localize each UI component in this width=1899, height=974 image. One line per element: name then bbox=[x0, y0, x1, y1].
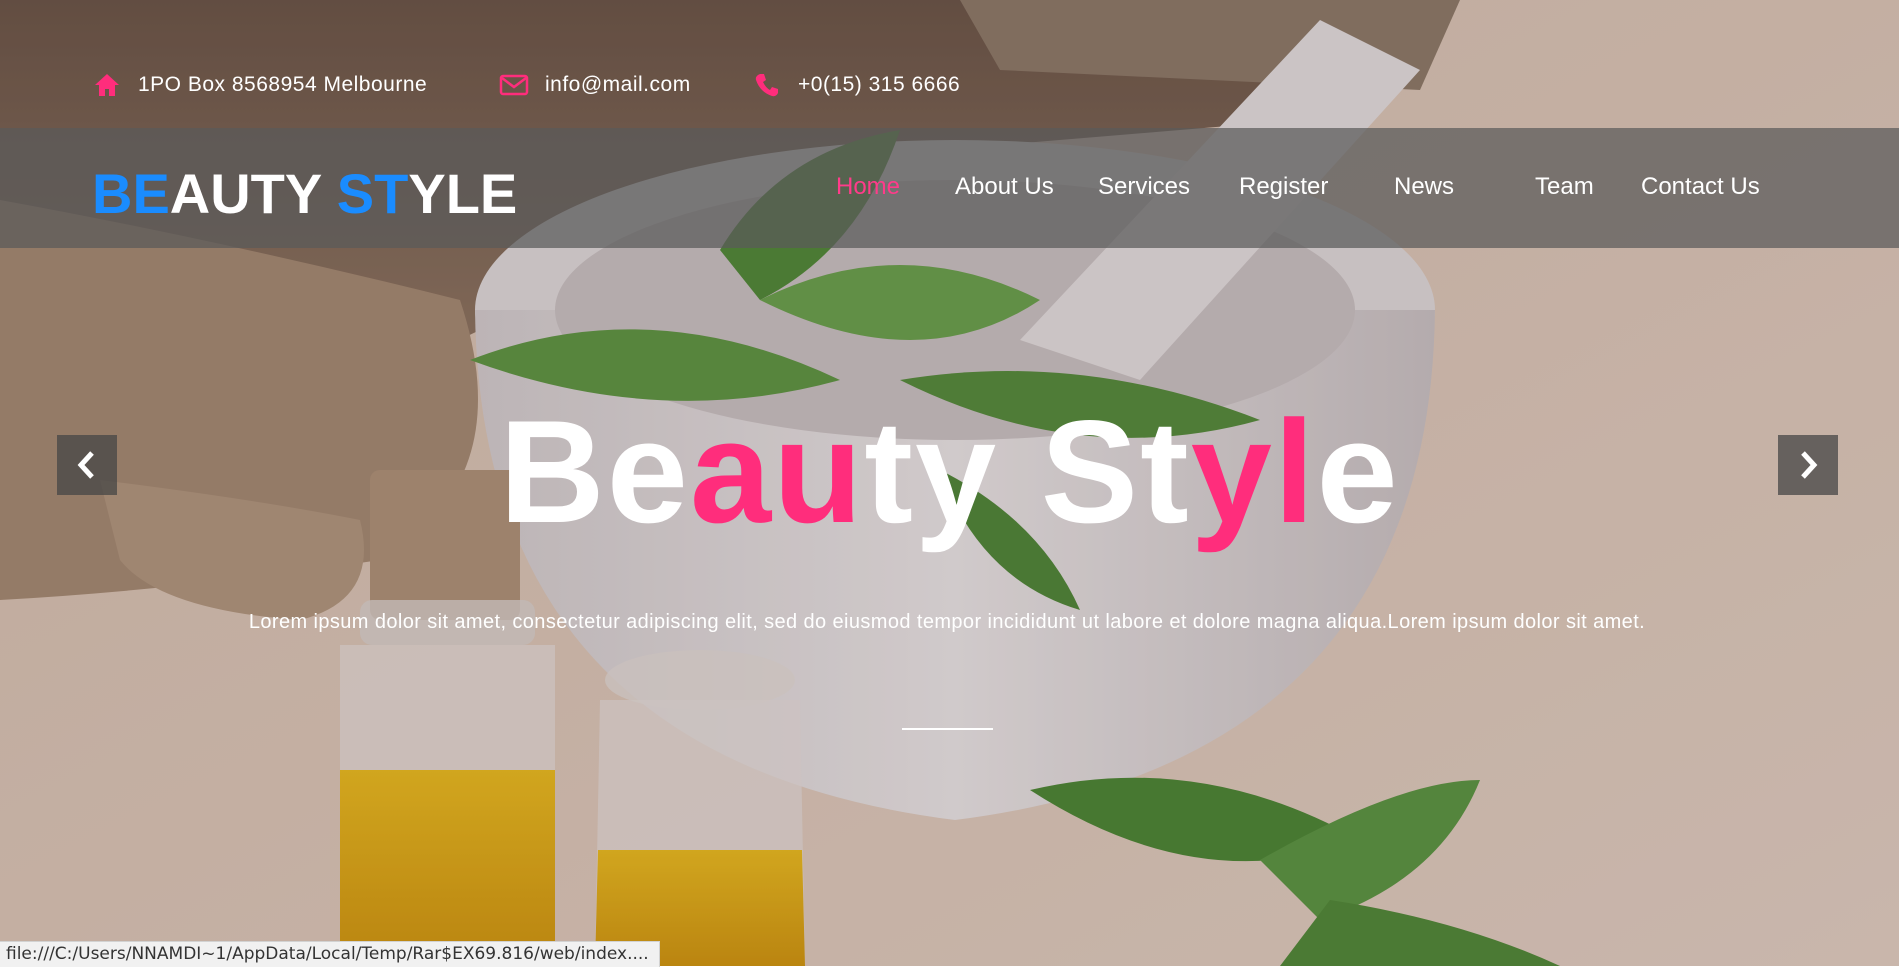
page-bottom-edge bbox=[0, 966, 1899, 974]
hero-description: Lorem ipsum dolor sit amet, consectetur … bbox=[248, 611, 1646, 633]
nav-item-news[interactable]: News bbox=[1394, 173, 1454, 201]
phone-icon bbox=[752, 70, 782, 100]
hero-title-part: Be bbox=[499, 390, 690, 553]
hero-divider bbox=[902, 728, 993, 730]
contact-address: 1PO Box 8568954 Melbourne bbox=[92, 70, 427, 100]
nav-item-register[interactable]: Register bbox=[1239, 173, 1328, 201]
contact-bar: 1PO Box 8568954 Melbourne info@mail.com … bbox=[0, 0, 1899, 128]
nav-item-services[interactable]: Services bbox=[1098, 173, 1190, 201]
email-link[interactable]: info@mail.com bbox=[545, 73, 691, 97]
logo-part: AUTY bbox=[169, 162, 337, 225]
logo-part: YLE bbox=[408, 162, 518, 225]
nav-item-team[interactable]: Team bbox=[1535, 173, 1594, 201]
address-text: 1PO Box 8568954 Melbourne bbox=[138, 73, 428, 96]
main-navbar: BEAUTY STYLE Home About Us Services Regi… bbox=[0, 128, 1899, 248]
hero-title-part: ty St bbox=[864, 390, 1191, 553]
site-logo[interactable]: BEAUTY STYLE bbox=[92, 161, 517, 226]
hero-title-part: au bbox=[689, 390, 865, 553]
logo-part: BE bbox=[92, 162, 170, 225]
nav-item-contact[interactable]: Contact Us bbox=[1641, 173, 1760, 201]
contact-email[interactable]: info@mail.com bbox=[499, 70, 691, 100]
nav-item-home[interactable]: Home bbox=[836, 173, 900, 201]
hero-title-part: yl bbox=[1190, 390, 1317, 553]
nav-item-about[interactable]: About Us bbox=[955, 173, 1054, 201]
hero-title-part: e bbox=[1316, 390, 1400, 553]
hero-title: Beauty Style bbox=[0, 392, 1899, 552]
browser-status-url: file:///C:/Users/NNAMDI~1/AppData/Local/… bbox=[0, 941, 660, 967]
logo-part: ST bbox=[336, 162, 409, 225]
phone-text[interactable]: +0(15) 315 6666 bbox=[798, 73, 960, 97]
contact-phone[interactable]: +0(15) 315 6666 bbox=[752, 70, 960, 100]
envelope-icon bbox=[499, 70, 529, 100]
home-icon bbox=[92, 70, 122, 100]
